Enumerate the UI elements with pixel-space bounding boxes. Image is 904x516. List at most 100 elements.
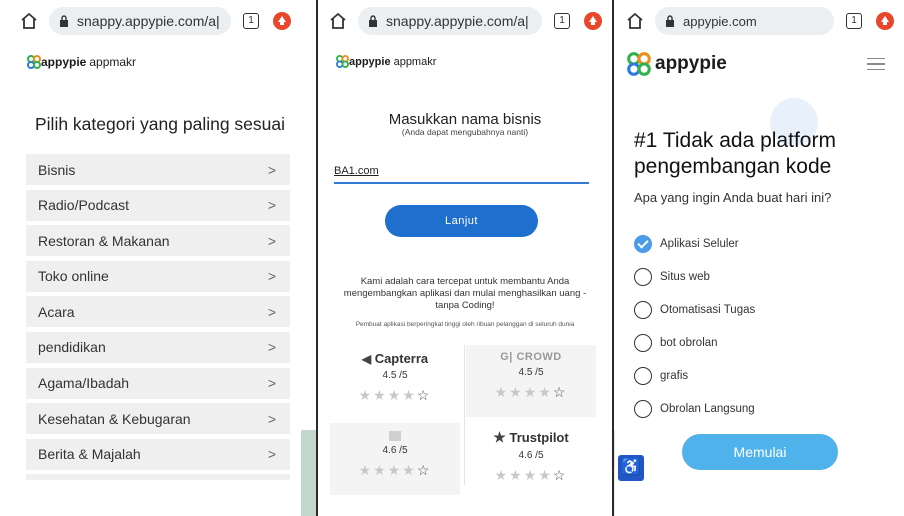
- category-label: Bisnis: [38, 161, 76, 178]
- page-title: Masukkan nama bisnis: [388, 111, 542, 128]
- checkmark-icon[interactable]: [634, 234, 652, 253]
- hero-title: #1 Tidak ada platform pengembangan kode: [634, 129, 836, 178]
- panel-divider: [612, 0, 614, 516]
- logo-subtext: appmakr: [89, 55, 137, 69]
- radio-button[interactable]: [634, 267, 652, 286]
- appypie-logo[interactable]: appypie: [627, 52, 727, 76]
- star-icons: ★★★★: [494, 467, 553, 483]
- radio-button[interactable]: [634, 399, 652, 418]
- option-label: bot obrolan: [660, 336, 718, 349]
- logo-text: appypie: [41, 55, 87, 69]
- g2-logo-icon: G|: [500, 351, 513, 363]
- tab-switcher-icon[interactable]: 1: [243, 13, 259, 29]
- question-text: Apa yang ingin Anda buat hari ini?: [634, 190, 832, 205]
- chevron-right-icon: >: [267, 161, 276, 178]
- category-item-partial[interactable]: [26, 474, 290, 481]
- tab-switcher-icon[interactable]: 1: [846, 13, 862, 29]
- divider: [464, 345, 465, 485]
- url-field[interactable]: snappy.appypie.com/a|: [49, 7, 231, 35]
- accessibility-icon[interactable]: ♿: [618, 455, 644, 481]
- home-icon[interactable]: [625, 11, 645, 31]
- alert-icon[interactable]: [876, 12, 894, 30]
- option-situs-web[interactable]: Situs web: [634, 260, 755, 293]
- option-bot-obrolan[interactable]: bot obrolan: [634, 326, 755, 359]
- star-outline-icon: ☆: [552, 467, 568, 483]
- brand-name: Capterra: [374, 351, 429, 366]
- category-item-bisnis[interactable]: Bisnis >: [26, 154, 290, 185]
- option-label: Obrolan Langsung: [660, 402, 755, 415]
- star-icons: ★★★★: [494, 384, 553, 400]
- star-outline-icon: ☆: [416, 387, 432, 403]
- chevron-right-icon: >: [267, 446, 276, 463]
- category-label: Berita & Majalah: [38, 446, 141, 463]
- star-outline-icon: ☆: [552, 384, 568, 400]
- rating-value: 4.5 /5: [518, 367, 544, 378]
- lock-icon: [369, 15, 377, 27]
- category-label: Acara: [38, 303, 75, 320]
- category-item-kesehatan[interactable]: Kesehatan & Kebugaran >: [26, 403, 290, 435]
- tab-switcher-icon[interactable]: 1: [554, 13, 570, 29]
- category-item-agama[interactable]: Agama/Ibadah >: [26, 367, 290, 399]
- appypie-appmakr-logo: appypie appmakr: [27, 55, 136, 69]
- review-site-logo-icon: [389, 431, 401, 441]
- review-card-capterra: ◀ Capterra 4.5 /5 ★★★★☆: [330, 345, 460, 417]
- chevron-right-icon: >: [267, 197, 276, 214]
- hamburger-menu-icon[interactable]: [867, 58, 885, 70]
- logo-text: appypie: [349, 55, 391, 68]
- option-label: Situs web: [660, 270, 710, 283]
- category-item-berita[interactable]: Berita & Majalah >: [26, 438, 290, 470]
- review-card-trustpilot: ★ Trustpilot 4.6 /5 ★★★★☆: [466, 423, 596, 495]
- category-list: Bisnis > Radio/Podcast > Restoran & Makana…: [26, 154, 290, 481]
- review-card-generic: 4.6 /5 ★★★★☆: [330, 423, 460, 495]
- home-icon[interactable]: [328, 11, 348, 31]
- alert-icon[interactable]: [584, 12, 602, 30]
- star-icons: ★★★★: [358, 387, 417, 403]
- star-rating: ★★★★☆: [330, 387, 460, 404]
- chevron-right-icon: >: [267, 303, 276, 320]
- url-field[interactable]: appypie.com: [655, 7, 834, 35]
- rating-value: 4.6 /5: [382, 445, 408, 456]
- category-label: pendidikan: [38, 339, 106, 356]
- start-button[interactable]: Memulai: [682, 434, 838, 470]
- business-name-input[interactable]: [334, 160, 589, 184]
- appypie-appmakr-logo: appypie appmakr: [336, 55, 436, 68]
- category-label: Restoran & Makanan: [38, 232, 170, 249]
- chevron-right-icon: >: [267, 375, 276, 392]
- star-rating: ★★★★☆: [466, 467, 596, 484]
- brand-name: CROWD: [516, 351, 562, 363]
- browser-url-bar: appypie.com 1: [615, 6, 904, 36]
- category-item-pendidikan[interactable]: pendidikan >: [26, 331, 290, 363]
- star-rating: ★★★★☆: [330, 462, 460, 479]
- page-title: Pilih kategori yang paling sesuai: [35, 114, 286, 134]
- category-label: Agama/Ibadah: [38, 375, 130, 392]
- browser-url-bar: snappy.appypie.com/a| 1: [318, 6, 612, 36]
- screen-category-select: snappy.appypie.com/a| 1 appypie appmakr …: [9, 0, 301, 516]
- brand-name: Trustpilot: [509, 430, 569, 445]
- logo-subtext: appmakr: [393, 55, 437, 68]
- url-field[interactable]: snappy.appypie.com/a|: [358, 7, 542, 35]
- screen-business-name: snappy.appypie.com/a| 1 appypie appmakr …: [318, 0, 612, 516]
- chevron-right-icon: >: [267, 268, 276, 285]
- option-list: Aplikasi Seluler Situs web Otomatisasi T…: [634, 227, 755, 425]
- chevron-right-icon: >: [267, 339, 276, 356]
- url-text: snappy.appypie.com/a|: [386, 13, 529, 29]
- radio-button[interactable]: [634, 333, 652, 352]
- home-icon[interactable]: [19, 11, 39, 31]
- category-item-toko-online[interactable]: Toko online >: [26, 260, 290, 292]
- option-otomatisasi-tugas[interactable]: Otomatisasi Tugas: [634, 293, 755, 326]
- alert-icon[interactable]: [273, 12, 291, 30]
- continue-button[interactable]: Lanjut: [385, 205, 538, 237]
- url-text: appypie.com: [683, 13, 757, 29]
- star-icons: ★★★★: [358, 462, 417, 478]
- category-item-acara[interactable]: Acara >: [26, 296, 290, 328]
- screen-appypie-home: appypie.com 1 appypie #1 Tidak ada platf…: [615, 0, 904, 516]
- category-item-restoran[interactable]: Restoran & Makanan >: [26, 225, 290, 257]
- appypie-logo-icon: [27, 55, 41, 69]
- radio-button[interactable]: [634, 300, 652, 319]
- radio-button[interactable]: [634, 366, 652, 385]
- option-grafis[interactable]: grafis: [634, 359, 755, 392]
- category-item-radio-podcast[interactable]: Radio/Podcast >: [26, 189, 290, 221]
- option-obrolan-langsung[interactable]: Obrolan Langsung: [634, 392, 755, 425]
- option-aplikasi-seluler[interactable]: Aplikasi Seluler: [634, 227, 755, 260]
- chevron-right-icon: >: [267, 410, 276, 427]
